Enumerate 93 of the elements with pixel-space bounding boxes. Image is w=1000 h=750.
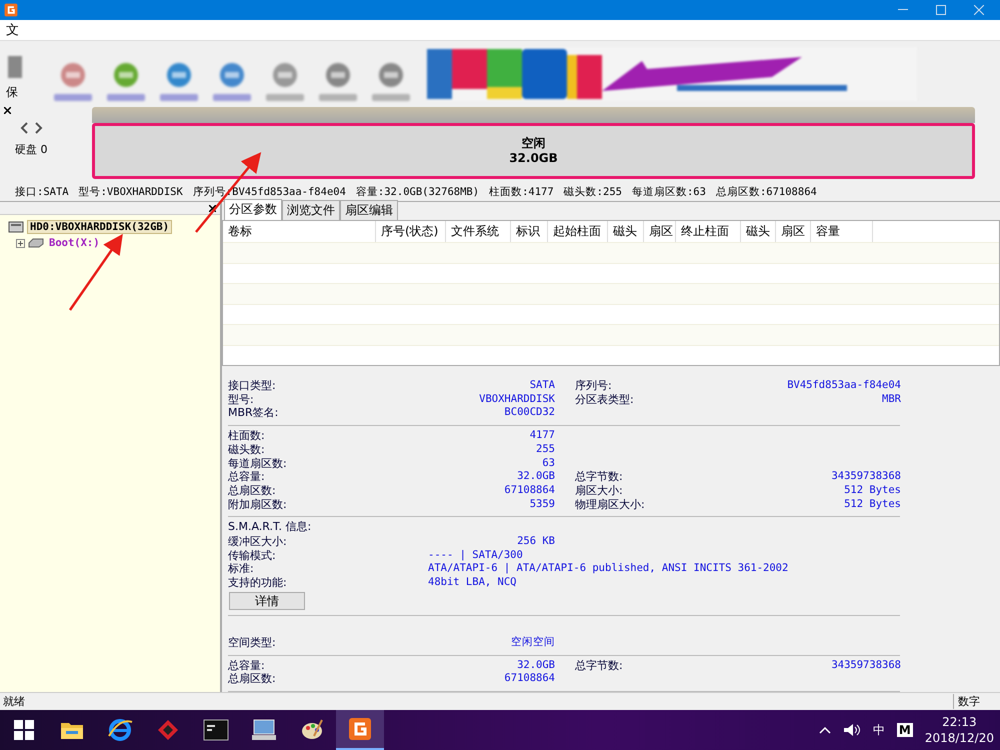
field-value: 34359738368: [830, 470, 901, 484]
section-heading: S.M.A.R.T. 信息:: [228, 520, 312, 534]
tree-item[interactable]: Boot(X:): [47, 237, 102, 249]
blurred-label: [54, 94, 92, 101]
maximize-icon[interactable]: [936, 5, 946, 15]
field-label: 每道扇区数:: [228, 456, 288, 470]
field-value: 67108864: [503, 672, 555, 686]
field-value: VBOXHARDDISK: [478, 392, 555, 406]
field-value: SATA: [528, 379, 555, 393]
field-value: 空闲空间: [510, 636, 555, 650]
app-logo-icon: [348, 717, 372, 741]
status-indicator: 数字: [953, 694, 1000, 709]
field-label: 物理扇区大小:: [575, 498, 646, 512]
field-label: 缓冲区大小:: [228, 535, 288, 549]
field-value: 32.0GB: [516, 658, 555, 672]
disk-info: 每道扇区数:63: [632, 185, 706, 199]
toolbar-label[interactable]: 保: [6, 84, 18, 101]
folder-icon: [60, 720, 84, 740]
field-value: 255: [535, 442, 555, 457]
free-space-block[interactable]: 空闲 32.0GB: [92, 123, 975, 179]
field-label: 空间类型:: [228, 636, 277, 650]
disk-label: 硬盘 0: [15, 142, 48, 157]
diamond-icon: [156, 718, 180, 742]
field-value: BC00CD32: [503, 406, 555, 420]
blurred-label: [372, 94, 410, 101]
field-value: 32.0GB: [516, 470, 555, 484]
field-label: 附加扇区数:: [228, 498, 288, 512]
status-text: 就绪: [3, 694, 25, 709]
field-value: BV45fd853aa-f84e04: [786, 379, 901, 393]
field-label: 柱面数:: [228, 429, 266, 443]
field-value: ---- | SATA/300: [428, 548, 524, 562]
app-logo-icon: [4, 3, 18, 17]
field-value: 5359: [528, 498, 555, 512]
field-value: 67108864: [503, 484, 555, 498]
field-label: 序列号:: [575, 379, 613, 393]
tab[interactable]: 浏览文件: [282, 200, 340, 220]
palette-icon: [300, 718, 324, 742]
computer-icon: [251, 718, 277, 742]
input-mode-indicator[interactable]: M: [896, 723, 913, 737]
blurred-label: [266, 94, 304, 101]
field-value: 48bit LBA, NCQ: [428, 576, 518, 590]
field-label: MBR签名:: [228, 406, 280, 420]
disk-info: 柱面数:4177: [489, 185, 554, 199]
browser-e-icon: [107, 718, 133, 742]
free-space-size: 32.0GB: [509, 151, 558, 166]
taskbar-app[interactable]: [336, 710, 384, 750]
tree-item[interactable]: HD0:VBOXHARDDISK(32GB): [27, 220, 172, 234]
field-label: 分区表类型:: [575, 392, 635, 406]
field-label: 总字节数:: [575, 658, 624, 672]
field-label: 总扇区数:: [228, 672, 277, 686]
free-space-label: 空闲: [522, 136, 546, 151]
field-value: 4177: [528, 429, 555, 443]
blurred-label: [106, 94, 144, 101]
minimize-icon[interactable]: [898, 9, 908, 11]
disk-info: 磁头数:255: [564, 185, 622, 199]
field-value: ATA/ATAPI-6 | ATA/ATAPI-6 published, ANSI INCITS 361-2002: [428, 562, 790, 576]
disk-info: 接口:SATA: [15, 185, 69, 199]
field-value: 63: [541, 456, 555, 470]
details-button[interactable]: 详情: [229, 592, 305, 610]
close-icon[interactable]: [209, 204, 216, 212]
field-value: 512 Bytes: [843, 498, 901, 512]
menu-item[interactable]: 文: [6, 21, 19, 39]
field-value: 512 Bytes: [843, 484, 901, 498]
blurred-label: [212, 94, 250, 101]
disk-info: 容量:32.0GB(32768MB): [356, 185, 480, 199]
field-value: 34359738368: [830, 658, 901, 672]
field-label: 磁头数:: [228, 442, 266, 457]
field-label: 支持的功能:: [228, 576, 288, 590]
field-label: 总字节数:: [575, 470, 624, 484]
field-label: 标准:: [228, 562, 255, 576]
field-label: 总容量:: [228, 470, 266, 484]
disk-info: 型号:VBOXHARDDISK: [78, 185, 183, 199]
field-value: MBR: [881, 392, 901, 406]
windows-start-icon[interactable]: [14, 720, 34, 740]
blurred-label: [160, 94, 198, 101]
tab[interactable]: 分区参数: [224, 199, 282, 220]
close-icon[interactable]: [4, 107, 11, 114]
chevron-up-icon[interactable]: [818, 726, 831, 734]
field-label: 型号:: [228, 392, 255, 406]
disk-info: 总扇区数:67108864: [716, 185, 817, 199]
field-label: 总扇区数:: [228, 484, 277, 498]
terminal-icon: [203, 719, 229, 741]
expander-icon[interactable]: [16, 238, 25, 248]
clock[interactable]: 22:13 2018/12/20: [924, 714, 994, 746]
field-label: 接口类型:: [228, 379, 277, 393]
ime-indicator[interactable]: 中: [872, 722, 885, 738]
field-label: 扇区大小:: [575, 484, 624, 498]
field-label: 传输模式:: [228, 548, 277, 562]
speaker-icon[interactable]: [842, 723, 861, 737]
blurred-label: [318, 94, 356, 101]
tab[interactable]: 扇区编辑: [340, 200, 398, 220]
field-value: 256 KB: [516, 535, 555, 549]
field-label: 总容量:: [228, 658, 266, 672]
